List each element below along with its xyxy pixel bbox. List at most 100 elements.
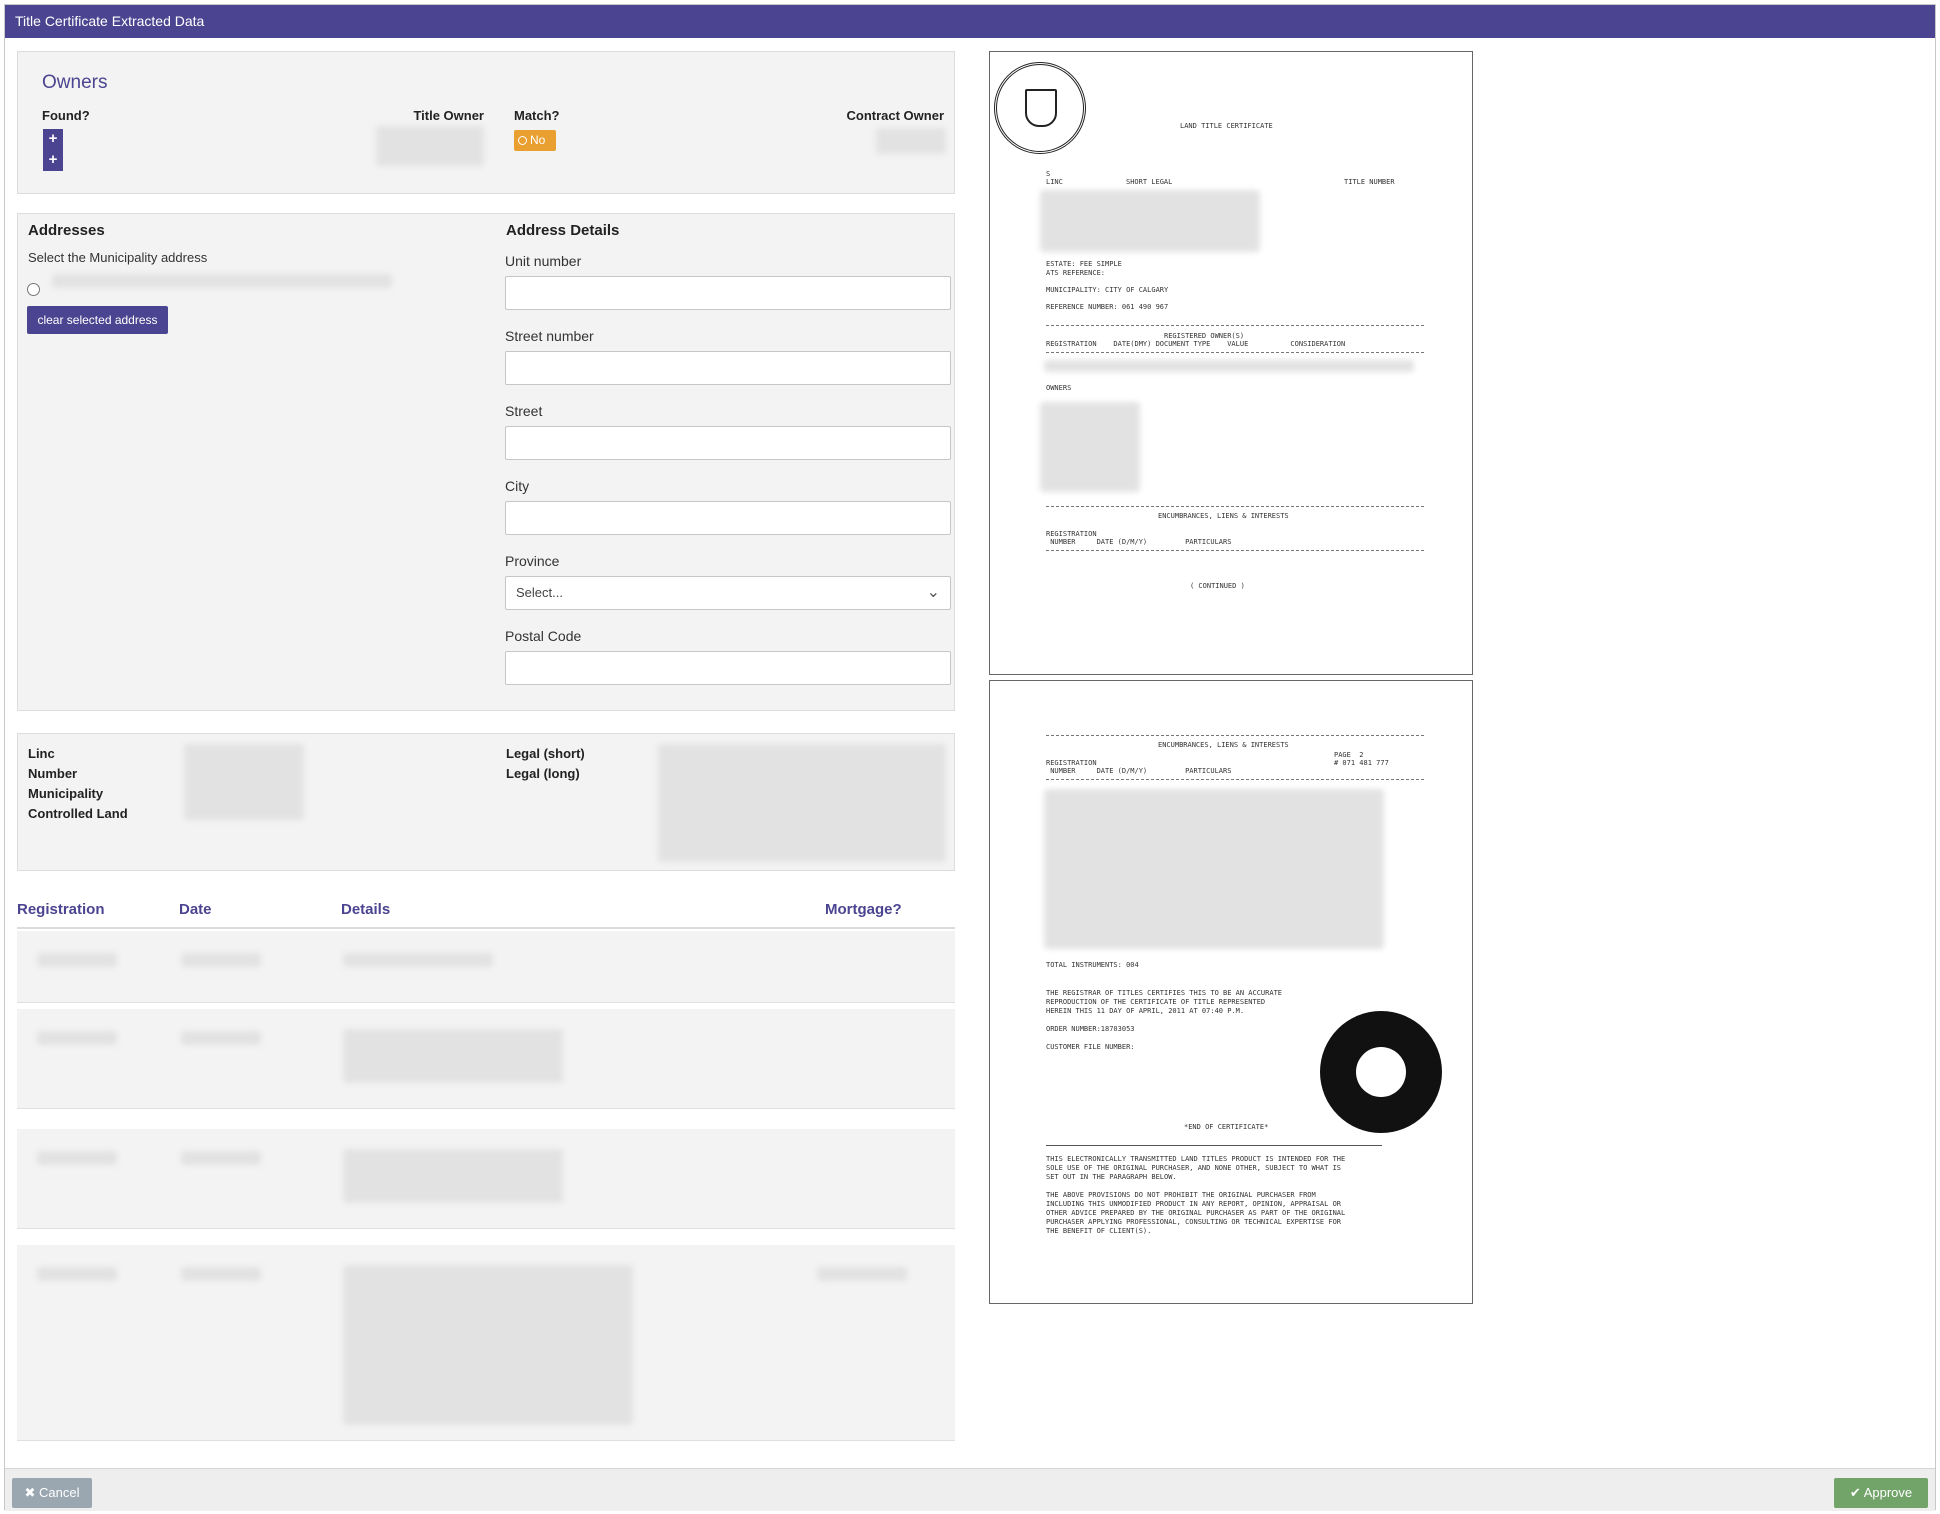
check-icon: ✔ <box>1849 1485 1861 1500</box>
doc-text: ATS REFERENCE: <box>1046 269 1106 277</box>
col-mortgage[interactable]: Mortgage? <box>825 901 902 918</box>
address-details-title: Address Details <box>506 222 620 239</box>
col-details[interactable]: Details <box>341 901 390 918</box>
doc-text: SOLE USE OF THE ORIGINAL PURCHASER, AND … <box>1046 1164 1342 1172</box>
doc-text: S <box>1046 170 1051 178</box>
table-row[interactable] <box>17 1129 955 1229</box>
city-input[interactable] <box>505 501 951 535</box>
doc-text: ( CONTINUED ) <box>1190 582 1245 590</box>
redacted-cell <box>37 1031 117 1045</box>
table-row[interactable] <box>17 931 955 1003</box>
doc-text: THE ABOVE PROVISIONS DO NOT PROHIBIT THE… <box>1046 1191 1316 1199</box>
doc-text: THE REGISTRAR OF TITLES CERTIFIES THIS T… <box>1046 989 1283 997</box>
addresses-title: Addresses <box>28 222 105 239</box>
redacted-cell <box>37 1267 117 1281</box>
modal-window: Title Certificate Extracted Data Owners … <box>4 4 1936 1511</box>
approve-button[interactable]: ✔ Approve <box>1834 1478 1928 1508</box>
redacted-legal-values <box>184 744 304 820</box>
redacted-cell <box>343 1149 563 1203</box>
unit-number-label: Unit number <box>505 253 582 269</box>
doc-text: ORDER NUMBER:18703053 <box>1046 1025 1135 1033</box>
col-registration[interactable]: Registration <box>17 901 105 918</box>
cancel-button[interactable]: ✖ Cancel <box>12 1478 92 1508</box>
close-icon: ✖ <box>24 1485 36 1500</box>
redacted-doc-text <box>1040 402 1140 492</box>
municipality-label: Municipality <box>28 786 104 801</box>
doc-text: REPRODUCTION OF THE CERTIFICATE OF TITLE… <box>1046 998 1266 1006</box>
clear-address-button[interactable]: clear selected address <box>27 306 168 334</box>
doc-text: # 071 481 777 <box>1334 759 1389 767</box>
owners-title: Owners <box>42 72 108 93</box>
registrar-seal-icon <box>1320 1011 1442 1133</box>
address-radio[interactable] <box>27 283 40 296</box>
dashed-rule <box>1046 352 1424 353</box>
street-label: Street <box>505 403 543 419</box>
doc-text: OWNERS <box>1046 384 1072 392</box>
legal-short-label: Legal (short) <box>506 746 585 761</box>
doc-text: THIS ELECTRONICALLY TRANSMITTED LAND TIT… <box>1046 1155 1346 1163</box>
match-status-badge: No <box>514 130 556 151</box>
doc-text: ENCUMBRANCES, LIENS & INTERESTS <box>1158 512 1289 520</box>
owners-panel: Owners Found? Title Owner Match? Contrac… <box>17 51 955 194</box>
table-row[interactable] <box>17 1009 955 1109</box>
doc-text: HEREIN THIS 11 DAY OF APRIL, 2011 AT 07:… <box>1046 1007 1245 1015</box>
doc-text: REFERENCE NUMBER: 061 490 967 <box>1046 303 1169 311</box>
address-instruction: Select the Municipality address <box>28 250 208 265</box>
doc-text: ENCUMBRANCES, LIENS & INTERESTS <box>1158 741 1289 749</box>
add-owner-button[interactable]: + <box>43 129 63 150</box>
table-row[interactable] <box>17 1245 955 1441</box>
government-seal-icon <box>994 62 1086 154</box>
street-number-input[interactable] <box>505 351 951 385</box>
city-label: City <box>505 478 530 494</box>
unit-number-input[interactable] <box>505 276 951 310</box>
doc-text: MUNICIPALITY: CITY OF CALGARY <box>1046 286 1169 294</box>
redacted-address-option <box>52 274 392 288</box>
approve-label: Approve <box>1863 1485 1913 1500</box>
cancel-label: Cancel <box>39 1485 80 1500</box>
postal-code-input[interactable] <box>505 651 951 685</box>
col-date[interactable]: Date <box>179 901 212 918</box>
certificate-page-1: LAND TITLE CERTIFICATE S LINC SHORT LEGA… <box>989 51 1473 675</box>
doc-text: PURCHASER APPLYING PROFESSIONAL, CONSULT… <box>1046 1218 1342 1226</box>
window-title: Title Certificate Extracted Data <box>5 5 1935 38</box>
redacted-cell <box>181 1031 261 1045</box>
table-header-divider <box>17 927 955 929</box>
redacted-cell <box>817 1267 907 1281</box>
redacted-doc-text <box>1044 360 1414 372</box>
redacted-contract-owner <box>876 128 946 154</box>
doc-text: INCLUDING THIS UNMODIFIED PRODUCT IN ANY… <box>1046 1200 1342 1208</box>
redacted-cell <box>343 1029 563 1083</box>
add-owner-button[interactable]: + <box>43 150 63 171</box>
doc-text: NUMBER DATE (D/M/Y) PARTICULARS <box>1046 767 1232 775</box>
dashed-rule <box>1046 735 1424 736</box>
redacted-cell <box>343 953 493 967</box>
doc-text: PAGE 2 <box>1334 751 1364 759</box>
doc-text: REGISTRATION <box>1046 759 1097 767</box>
doc-text: THE BENEFIT OF CLIENT(S). <box>1046 1227 1152 1235</box>
doc-text: SET OUT IN THE PARAGRAPH BELOW. <box>1046 1173 1177 1181</box>
solid-rule <box>1046 1145 1382 1146</box>
doc-text: TITLE NUMBER <box>1344 178 1395 186</box>
doc-text: ESTATE: FEE SIMPLE <box>1046 260 1122 268</box>
redacted-title-owner <box>376 126 484 166</box>
dashed-rule <box>1046 550 1424 551</box>
province-select[interactable]: Select... ⌄ <box>505 576 951 610</box>
legal-panel: Linc Number Municipality Controlled Land… <box>17 733 955 871</box>
doc-text: *END OF CERTIFICATE* <box>1184 1123 1269 1131</box>
chevron-down-icon: ⌄ <box>926 584 940 601</box>
redacted-doc-text <box>1040 190 1260 252</box>
match-label: Match? <box>514 108 560 123</box>
doc-text: REGISTRATION DATE(DMY) DOCUMENT TYPE VAL… <box>1046 340 1346 348</box>
doc-text: CUSTOMER FILE NUMBER: <box>1046 1043 1135 1051</box>
redacted-cell <box>343 1265 633 1425</box>
dashed-rule <box>1046 325 1424 326</box>
doc-text: SHORT LEGAL <box>1126 178 1173 186</box>
street-input[interactable] <box>505 426 951 460</box>
contract-owner-label: Contract Owner <box>846 108 944 123</box>
linc-label: Linc <box>28 746 55 761</box>
circle-icon <box>518 136 527 145</box>
doc-text: OTHER ADVICE PREPARED BY THE ORIGINAL PU… <box>1046 1209 1346 1217</box>
certificate-heading: LAND TITLE CERTIFICATE <box>1180 122 1273 130</box>
redacted-cell <box>181 1267 261 1281</box>
province-label: Province <box>505 553 560 569</box>
